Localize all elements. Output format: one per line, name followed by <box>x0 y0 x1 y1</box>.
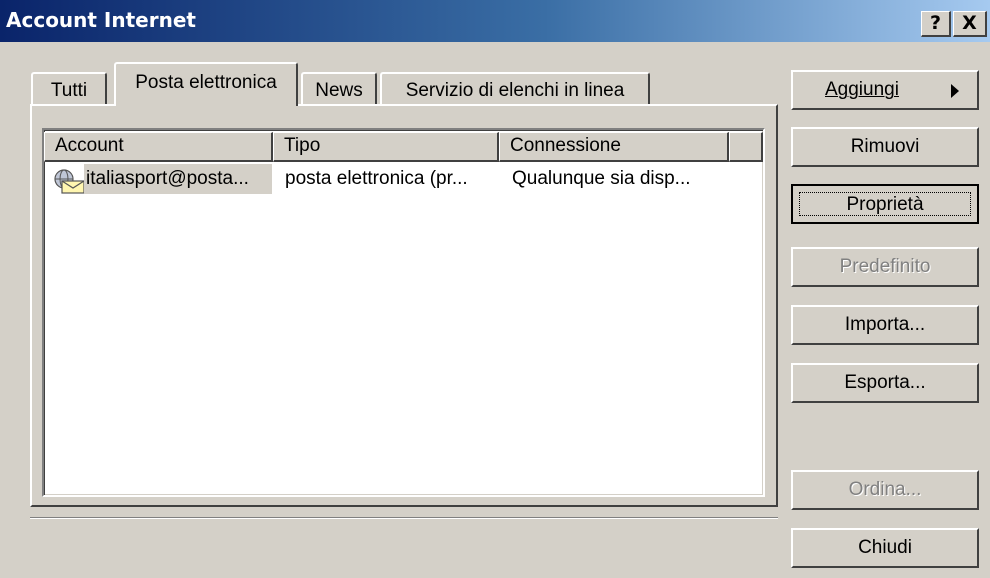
tab-tutti[interactable]: Tutti <box>31 72 107 106</box>
column-header-account[interactable]: Account <box>44 132 273 162</box>
focus-rectangle: Proprietà <box>799 192 971 216</box>
tab-label: Tutti <box>50 80 88 101</box>
tab-news[interactable]: News <box>301 72 377 106</box>
accounts-list[interactable]: Account Tipo Connessione italiasport@pos… <box>42 128 765 497</box>
column-label: Tipo <box>284 135 321 156</box>
add-button[interactable]: Aggiungi <box>791 70 979 110</box>
tab-servizio-elenchi[interactable]: Servizio di elenchi in linea <box>380 72 650 106</box>
order-button[interactable]: Ordina... <box>791 470 979 510</box>
mail-account-icon <box>52 168 86 194</box>
window-title: Account Internet <box>6 8 196 32</box>
properties-button-label: Proprietà <box>846 194 924 215</box>
add-button-label: Aggiungi <box>825 79 899 100</box>
close-window-button[interactable]: X <box>953 11 987 37</box>
import-button-label: Importa... <box>844 314 926 335</box>
column-label: Connessione <box>510 135 621 156</box>
row-connection-cell: Qualunque sia disp... <box>512 168 691 189</box>
tab-label: Servizio di elenchi in linea <box>405 80 625 101</box>
column-header-connection[interactable]: Connessione <box>499 132 729 162</box>
column-header-filler <box>729 132 763 162</box>
tab-label: Posta elettronica <box>135 72 277 93</box>
import-button[interactable]: Importa... <box>791 305 979 345</box>
row-account-cell: italiasport@posta... <box>84 164 272 194</box>
divider <box>30 517 778 519</box>
submenu-arrow-icon <box>951 84 959 98</box>
active-tab-joint <box>116 103 296 107</box>
close-button-label: Chiudi <box>858 537 912 558</box>
tab-label: News <box>315 80 363 101</box>
help-button[interactable]: ? <box>921 11 951 37</box>
tab-posta-elettronica[interactable]: Posta elettronica <box>114 62 298 106</box>
set-default-button-label: Predefinito <box>839 256 931 277</box>
column-header-type[interactable]: Tipo <box>273 132 499 162</box>
remove-button[interactable]: Rimuovi <box>791 127 979 167</box>
properties-button[interactable]: Proprietà <box>791 184 979 224</box>
set-default-button[interactable]: Predefinito <box>791 247 979 287</box>
title-bar: Account Internet ? X <box>0 0 990 42</box>
export-button[interactable]: Esporta... <box>791 363 979 403</box>
help-icon: ? <box>929 12 942 34</box>
order-button-label: Ordina... <box>848 479 922 500</box>
remove-button-label: Rimuovi <box>850 136 920 157</box>
export-button-label: Esporta... <box>844 372 926 393</box>
close-icon: X <box>962 12 977 34</box>
column-label: Account <box>55 135 124 156</box>
row-type-cell: posta elettronica (pr... <box>285 168 468 189</box>
close-button[interactable]: Chiudi <box>791 528 979 568</box>
